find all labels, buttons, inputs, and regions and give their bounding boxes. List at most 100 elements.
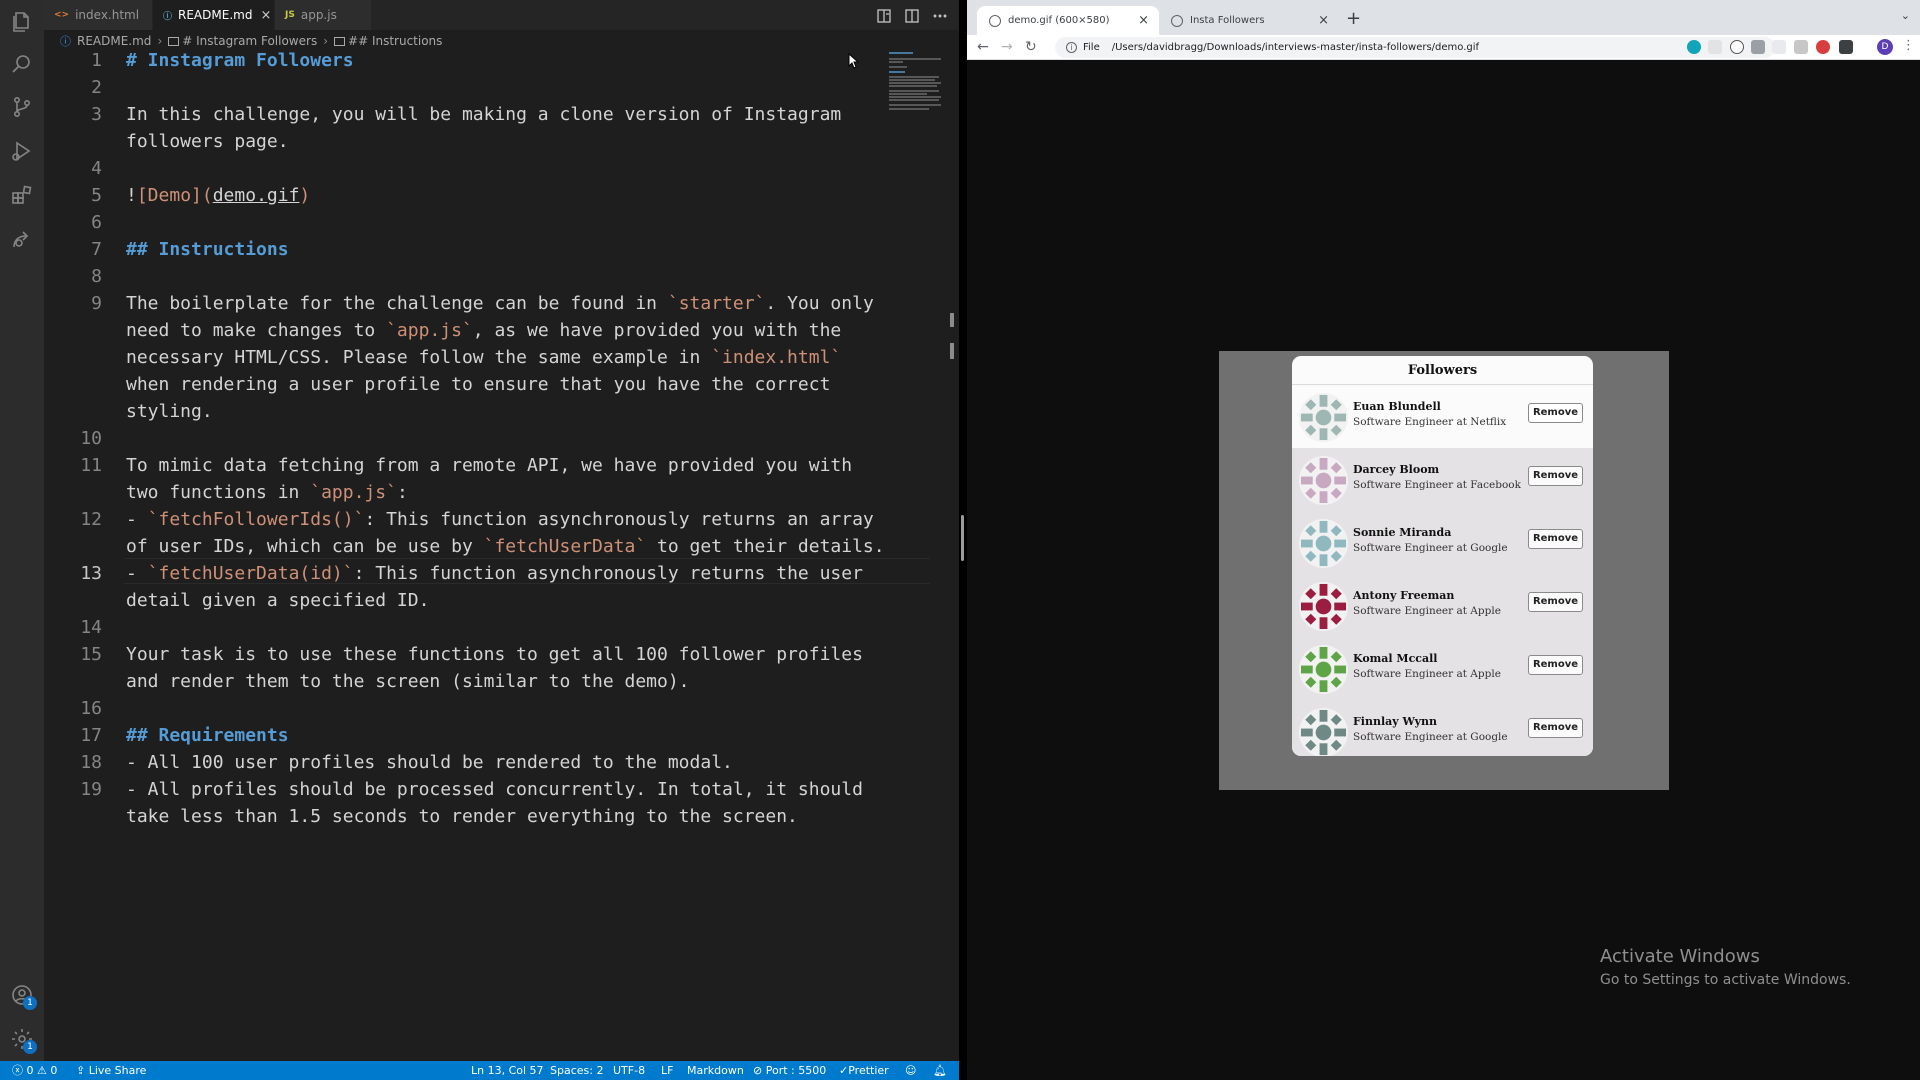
remove-button[interactable]: Remove xyxy=(1528,466,1583,486)
close-tab-icon[interactable]: × xyxy=(1318,13,1329,28)
profile-avatar[interactable]: D xyxy=(1877,39,1893,55)
tab-readme-md[interactable]: ⓘ README.md × xyxy=(153,0,275,30)
forward-arrow-icon[interactable]: → xyxy=(1001,39,1013,55)
extensions-icon[interactable] xyxy=(10,183,34,207)
breadcrumb-section-1[interactable]: # Instagram Followers xyxy=(168,34,317,48)
minimap[interactable] xyxy=(889,52,945,112)
extension-icon[interactable] xyxy=(1816,40,1830,54)
follower-name: Sonnie Miranda xyxy=(1353,526,1452,539)
follower-list: Euan Blundell Software Engineer at Netfli… xyxy=(1292,385,1593,756)
line-number: 15 xyxy=(80,644,102,665)
breadcrumb-section-2-label: ## Instructions xyxy=(348,34,443,48)
markdown-info-icon: ⓘ xyxy=(60,35,71,48)
code-line: styling. xyxy=(126,401,213,422)
tab-index-html[interactable]: <> index.html xyxy=(44,0,153,30)
browser-tab-title: demo.gif (600×580) xyxy=(1008,15,1110,26)
live-share-status[interactable]: ⇪ Live Share xyxy=(76,1061,146,1080)
problems-status[interactable]: ⓧ 0 ⚠ 0 xyxy=(12,1061,57,1080)
split-editor-icon[interactable] xyxy=(905,8,919,23)
line-number: 10 xyxy=(80,428,102,449)
code-line: when rendering a user profile to ensure … xyxy=(126,374,831,395)
notifications-bell-icon[interactable]: 🔔︎ xyxy=(933,1061,947,1080)
extension-icon[interactable] xyxy=(1794,40,1808,54)
warning-icon: ⚠ xyxy=(37,1064,47,1077)
extension-icon[interactable] xyxy=(1708,40,1722,54)
line-number: 1 xyxy=(91,50,102,71)
markdown-editor[interactable]: 1 2 3 4 5 6 7 8 9 10 11 12 13 14 15 16 1… xyxy=(44,50,959,1061)
code-text: of user IDs, which can be use by xyxy=(126,536,484,557)
run-debug-icon[interactable] xyxy=(10,139,34,163)
line-number: 6 xyxy=(91,212,102,233)
remove-button[interactable]: Remove xyxy=(1528,718,1583,738)
code-text: The boilerplate for the challenge can be… xyxy=(126,293,668,314)
split-drag-handle[interactable] xyxy=(961,515,964,561)
code-line: detail given a specified ID. xyxy=(126,590,430,611)
close-tab-icon[interactable]: × xyxy=(1138,13,1149,28)
address-bar[interactable]: i File /Users/davidbragg/Downloads/inter… xyxy=(1055,37,1775,58)
tab-search-chevron-icon[interactable]: ⌄ xyxy=(1901,9,1910,22)
extension-icon[interactable] xyxy=(1730,40,1744,54)
list-bullet: - xyxy=(126,563,148,584)
code-line: - All profiles should be processed concu… xyxy=(126,779,863,800)
follower-row: Sonnie Miranda Software Engineer at Googl… xyxy=(1292,511,1593,574)
language-mode[interactable]: Markdown xyxy=(687,1061,744,1080)
live-share-icon[interactable] xyxy=(10,227,34,251)
open-preview-icon[interactable] xyxy=(877,8,891,23)
avatar xyxy=(1299,582,1348,631)
md-image-url[interactable]: demo.gif xyxy=(213,185,300,206)
port-label: Port : 5500 xyxy=(765,1064,827,1077)
more-actions-icon[interactable] xyxy=(933,8,947,22)
md-paren: ) xyxy=(299,185,311,206)
browser-menu-icon[interactable]: ⋮ xyxy=(1902,38,1915,53)
puzzle-extensions-icon[interactable] xyxy=(1839,40,1853,54)
remove-button[interactable]: Remove xyxy=(1528,529,1583,549)
cursor-position[interactable]: Ln 13, Col 57 xyxy=(471,1061,544,1080)
line-number: 8 xyxy=(91,266,102,287)
back-arrow-icon[interactable]: ← xyxy=(977,39,989,55)
inline-code: `index.html` xyxy=(711,347,842,368)
source-control-icon[interactable] xyxy=(10,95,34,119)
follower-job: Software Engineer at Google xyxy=(1353,731,1508,743)
symbol-string-icon xyxy=(334,37,346,46)
follower-row: Komal Mccall Software Engineer at Apple Re… xyxy=(1292,637,1593,700)
browser-tab-demo-gif[interactable]: demo.gif (600×580) × xyxy=(977,6,1159,35)
inline-code: `fetchUserData` xyxy=(483,536,647,557)
code-line: In this challenge, you will be making a … xyxy=(126,104,842,125)
breadcrumb-section-2[interactable]: ## Instructions xyxy=(334,34,442,48)
settings-gear-icon[interactable]: 1 xyxy=(10,1027,37,1054)
extension-icon[interactable] xyxy=(1751,40,1765,54)
info-icon[interactable]: i xyxy=(1066,42,1077,53)
warning-count: 0 xyxy=(50,1064,58,1077)
search-icon[interactable] xyxy=(10,52,34,76)
reload-icon[interactable]: ↻ xyxy=(1025,39,1037,55)
code-line: - `fetchFollowerIds()`: This function as… xyxy=(126,509,874,530)
close-tab-icon[interactable]: × xyxy=(260,8,271,23)
markdown-info-icon: ⓘ xyxy=(163,11,173,22)
check-icon: ✓ xyxy=(839,1064,849,1077)
avatar xyxy=(1299,456,1348,505)
tab-app-js[interactable]: JS app.js xyxy=(275,0,372,30)
follower-name: Finnlay Wynn xyxy=(1353,715,1438,728)
browser-tab-insta-followers[interactable]: Insta Followers × xyxy=(1159,6,1339,35)
code-line: - All 100 user profiles should be render… xyxy=(126,752,733,773)
remove-button[interactable]: Remove xyxy=(1528,655,1583,675)
code-line: and render them to the screen (similar t… xyxy=(126,671,690,692)
follower-name: Darcey Bloom xyxy=(1353,463,1440,476)
live-server-port[interactable]: ⊘ Port : 5500 xyxy=(753,1061,826,1080)
url-text[interactable]: /Users/davidbragg/Downloads/interviews-m… xyxy=(1112,42,1479,53)
end-of-line[interactable]: LF xyxy=(661,1061,673,1080)
remove-button[interactable]: Remove xyxy=(1528,403,1583,423)
explorer-icon[interactable] xyxy=(10,10,34,34)
feedback-icon[interactable]: ☺ xyxy=(905,1061,916,1080)
encoding[interactable]: UTF-8 xyxy=(613,1061,645,1080)
breadcrumb-file[interactable]: README.md xyxy=(77,34,151,48)
account-icon[interactable]: 1 xyxy=(10,983,37,1010)
extension-icon[interactable] xyxy=(1687,40,1701,54)
extension-icon[interactable] xyxy=(1772,40,1786,54)
scrollbar-marker xyxy=(950,313,954,327)
remove-button[interactable]: Remove xyxy=(1528,592,1583,612)
prettier-status[interactable]: ✓Prettier xyxy=(839,1061,889,1080)
indentation[interactable]: Spaces: 2 xyxy=(550,1061,603,1080)
code-line: take less than 1.5 seconds to render eve… xyxy=(126,806,798,827)
new-tab-plus-icon[interactable]: + xyxy=(1346,8,1361,29)
